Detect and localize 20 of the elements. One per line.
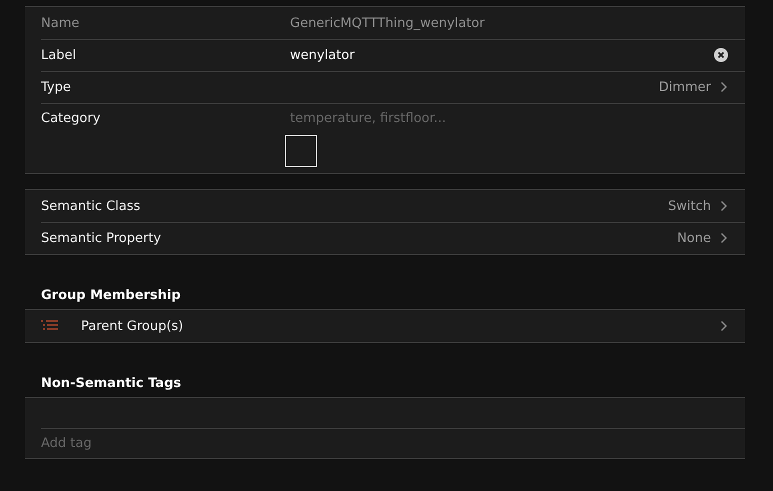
icon-preview — [285, 135, 317, 167]
field-label: Semantic Class — [41, 198, 142, 214]
field-value[interactable]: None — [677, 230, 711, 246]
clear-icon[interactable] — [714, 48, 728, 62]
chevron-icon — [720, 320, 728, 332]
list-icon — [41, 320, 59, 330]
list-item-label[interactable]: Parent Group(s) — [81, 318, 184, 334]
field-label: Type — [41, 80, 72, 94]
field-label: Semantic Property — [41, 230, 162, 246]
field-label: Label — [41, 48, 78, 62]
chevron-icon — [720, 232, 728, 244]
field-value[interactable]: Dimmer — [658, 80, 711, 94]
section-title: Group Membership — [41, 288, 181, 303]
field-value[interactable]: Switch — [668, 198, 711, 214]
field-label: Name — [41, 16, 80, 30]
field-label: Category — [41, 111, 102, 126]
chevron-icon — [720, 81, 728, 93]
section-title: Non-Semantic Tags — [41, 376, 182, 391]
text-field[interactable]: wenylator — [290, 48, 714, 62]
chevron-icon — [720, 200, 728, 212]
